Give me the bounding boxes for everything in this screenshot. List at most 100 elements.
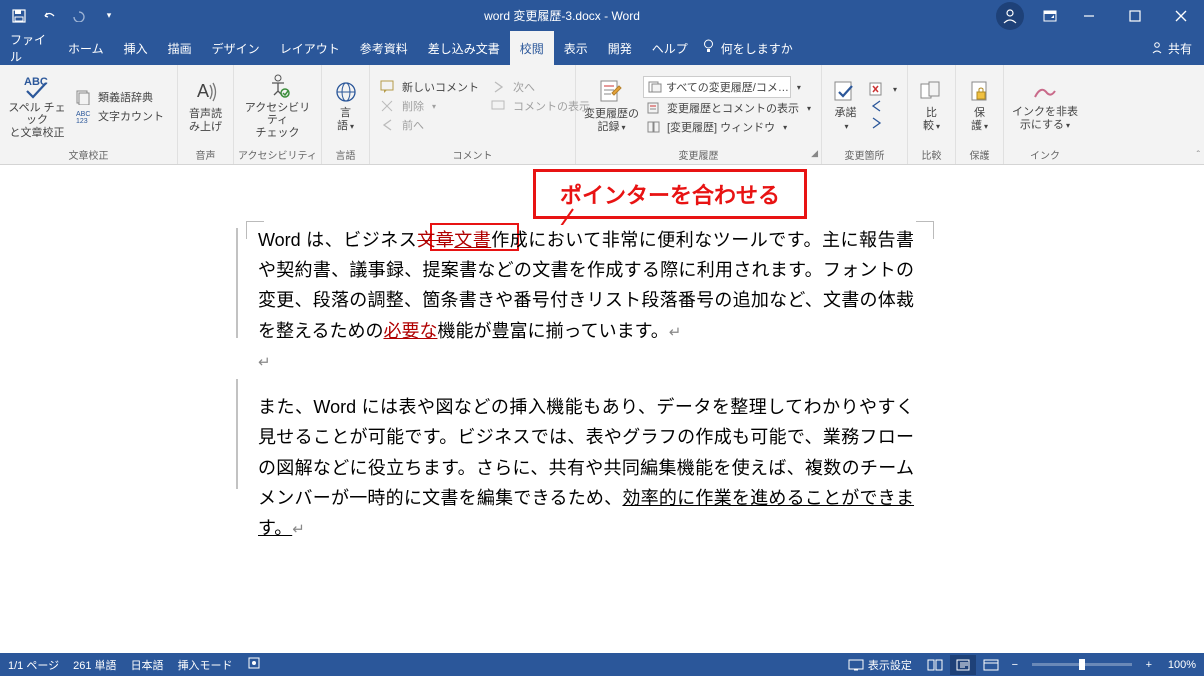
protect-button[interactable]: 保 護▾ (962, 80, 997, 132)
hide-ink-label: インクを非表 示にする▾ (1012, 106, 1078, 131)
redo-button[interactable] (66, 4, 92, 28)
group-tracking: 変更履歴の 記録▾ すべての変更履歴/コメ… ▾ 変更履歴とコメントの表示▾ [… (576, 65, 822, 164)
tab-help[interactable]: ヘルプ (642, 31, 698, 65)
tab-design[interactable]: デザイン (202, 31, 270, 65)
accept-button[interactable]: 承諾▾ (828, 80, 863, 132)
paragraph-mark-icon: ↵ (669, 324, 682, 341)
reviewing-pane-label: [変更履歴] ウィンドウ (667, 119, 775, 135)
display-for-review-icon (648, 81, 662, 93)
delete-comment-icon (380, 99, 396, 113)
compare-label: 比 較▾ (923, 107, 940, 132)
tell-me-label: 何をしますか (721, 40, 793, 57)
status-page[interactable]: 1/1 ページ (8, 657, 59, 673)
group-compare: 比 較▾ 比較 (908, 65, 956, 164)
svg-text:A: A (197, 81, 209, 101)
wordcount-icon: ABC123 (76, 108, 92, 124)
document-page: Word は、ビジネス文章文書作成において非常に便利なツールです。主に報告書や契… (186, 225, 976, 543)
status-insert-mode[interactable]: 挿入モード (178, 657, 233, 673)
ribbon-display-options-button[interactable] (1034, 0, 1066, 31)
next-change-button[interactable] (865, 115, 901, 131)
thesaurus-label: 類義語辞典 (98, 89, 153, 105)
hide-ink-button[interactable]: インクを非表 示にする▾ (1010, 81, 1080, 131)
qat-more-button[interactable]: ▾ (96, 4, 122, 28)
group-proofing: ABC スペル チェック と文章校正 類義語辞典 ABC123 文字カウント 文… (0, 65, 178, 164)
prev-comment-button[interactable]: 前へ (376, 116, 483, 134)
status-wordcount[interactable]: 261 単語 (73, 657, 116, 673)
zoom-slider-thumb[interactable] (1079, 659, 1085, 670)
change-bar (236, 379, 238, 489)
reject-button[interactable]: ▾ (865, 81, 901, 97)
delete-comment-button[interactable]: 削除▾ (376, 97, 483, 115)
prev-change-button[interactable] (865, 98, 901, 114)
show-markup-button[interactable]: 変更履歴とコメントの表示▾ (643, 99, 815, 117)
tab-draw[interactable]: 描画 (158, 31, 202, 65)
display-for-review-value: すべての変更履歴/コメ… (666, 79, 789, 95)
next-comment-label: 次へ (513, 79, 535, 95)
maximize-button[interactable] (1112, 0, 1158, 31)
group-accessibility: アクセシビリティ チェック アクセシビリティ (234, 65, 322, 164)
group-tracking-label: 変更履歴 (679, 151, 719, 162)
undo-button[interactable] (36, 4, 62, 28)
group-changes-label: 変更箇所 (822, 147, 907, 164)
share-label: 共有 (1168, 40, 1192, 57)
language-button[interactable]: 言 語▾ (328, 80, 363, 132)
zoom-slider[interactable] (1032, 663, 1132, 666)
group-speech: A 音声読 み上げ 音声 (178, 65, 234, 164)
group-compare-label: 比較 (908, 147, 955, 164)
zoom-percent[interactable]: 100% (1168, 659, 1196, 671)
tab-review[interactable]: 校閲 (510, 31, 554, 65)
titlebar-right (996, 0, 1204, 31)
collapse-ribbon-button[interactable]: ˆ (1197, 150, 1200, 161)
thesaurus-button[interactable]: 類義語辞典 (72, 88, 168, 106)
track-changes-button[interactable]: 変更履歴の 記録▾ (582, 79, 641, 133)
status-bar: 1/1 ページ 261 単語 日本語 挿入モード 表示設定 − + 100% (0, 653, 1204, 676)
display-settings-label: 表示設定 (868, 657, 912, 673)
user-avatar[interactable] (996, 2, 1024, 30)
new-comment-button[interactable]: 新しいコメント (376, 78, 483, 96)
macro-record-button[interactable] (247, 656, 261, 673)
tab-file[interactable]: ファイル (0, 31, 58, 65)
status-language[interactable]: 日本語 (131, 657, 164, 673)
paragraph-2: また、Word には表や図などの挿入機能もあり、データを整理してわかりやすく見せ… (258, 392, 914, 543)
group-language-label: 言語 (322, 147, 369, 164)
thesaurus-icon (76, 89, 92, 105)
show-markup-label: 変更履歴とコメントの表示 (667, 100, 799, 116)
share-button[interactable]: 共有 (1138, 31, 1204, 65)
paragraph-1: Word は、ビジネス文章文書作成において非常に便利なツールです。主に報告書や契… (258, 225, 914, 346)
display-for-review-dropdown[interactable]: すべての変更履歴/コメ… ▾ (643, 76, 791, 98)
tab-layout[interactable]: レイアウト (270, 31, 350, 65)
change-bar (236, 228, 238, 338)
accessibility-label: アクセシビリティ チェック (240, 102, 315, 140)
next-change-icon (869, 116, 885, 130)
readaloud-button[interactable]: A 音声読 み上げ (184, 79, 227, 133)
paragraph-mark-icon: ↵ (292, 521, 305, 538)
tab-references[interactable]: 参考資料 (350, 31, 418, 65)
tell-me-search[interactable]: 何をしますか (702, 31, 793, 65)
tab-mailings[interactable]: 差し込み文書 (418, 31, 510, 65)
save-button[interactable] (6, 4, 32, 28)
accessibility-button[interactable]: アクセシビリティ チェック (240, 73, 315, 140)
window-title: word 変更履歴-3.docx - Word (128, 7, 996, 24)
document-area[interactable]: ポインターを合わせる Word は、ビジネス文章文書作成において非常に便利なツー… (0, 165, 1204, 653)
spellcheck-button[interactable]: ABC スペル チェック と文章校正 (6, 73, 68, 140)
close-button[interactable] (1158, 0, 1204, 31)
zoom-in-button[interactable]: + (1140, 659, 1158, 671)
view-read-mode-button[interactable] (922, 655, 948, 675)
compare-button[interactable]: 比 較▾ (914, 80, 949, 132)
tab-home[interactable]: ホーム (58, 31, 114, 65)
zoom-out-button[interactable]: − (1006, 659, 1024, 671)
view-web-layout-button[interactable] (978, 655, 1004, 675)
tab-developer[interactable]: 開発 (598, 31, 642, 65)
wordcount-label: 文字カウント (98, 108, 164, 124)
tracking-launcher-icon[interactable]: ◢ (811, 148, 818, 159)
readaloud-label: 音声読 み上げ (189, 108, 222, 133)
view-print-layout-button[interactable] (950, 655, 976, 675)
minimize-button[interactable] (1066, 0, 1112, 31)
group-comments: 新しいコメント 削除▾ 前へ 次へ コメントの表示 (370, 65, 576, 164)
display-settings-button[interactable]: 表示設定 (848, 657, 912, 673)
new-comment-icon (380, 80, 396, 94)
tab-insert[interactable]: 挿入 (114, 31, 158, 65)
reviewing-pane-button[interactable]: [変更履歴] ウィンドウ▾ (643, 118, 815, 136)
tab-view[interactable]: 表示 (554, 31, 598, 65)
wordcount-button[interactable]: ABC123 文字カウント (72, 107, 168, 125)
